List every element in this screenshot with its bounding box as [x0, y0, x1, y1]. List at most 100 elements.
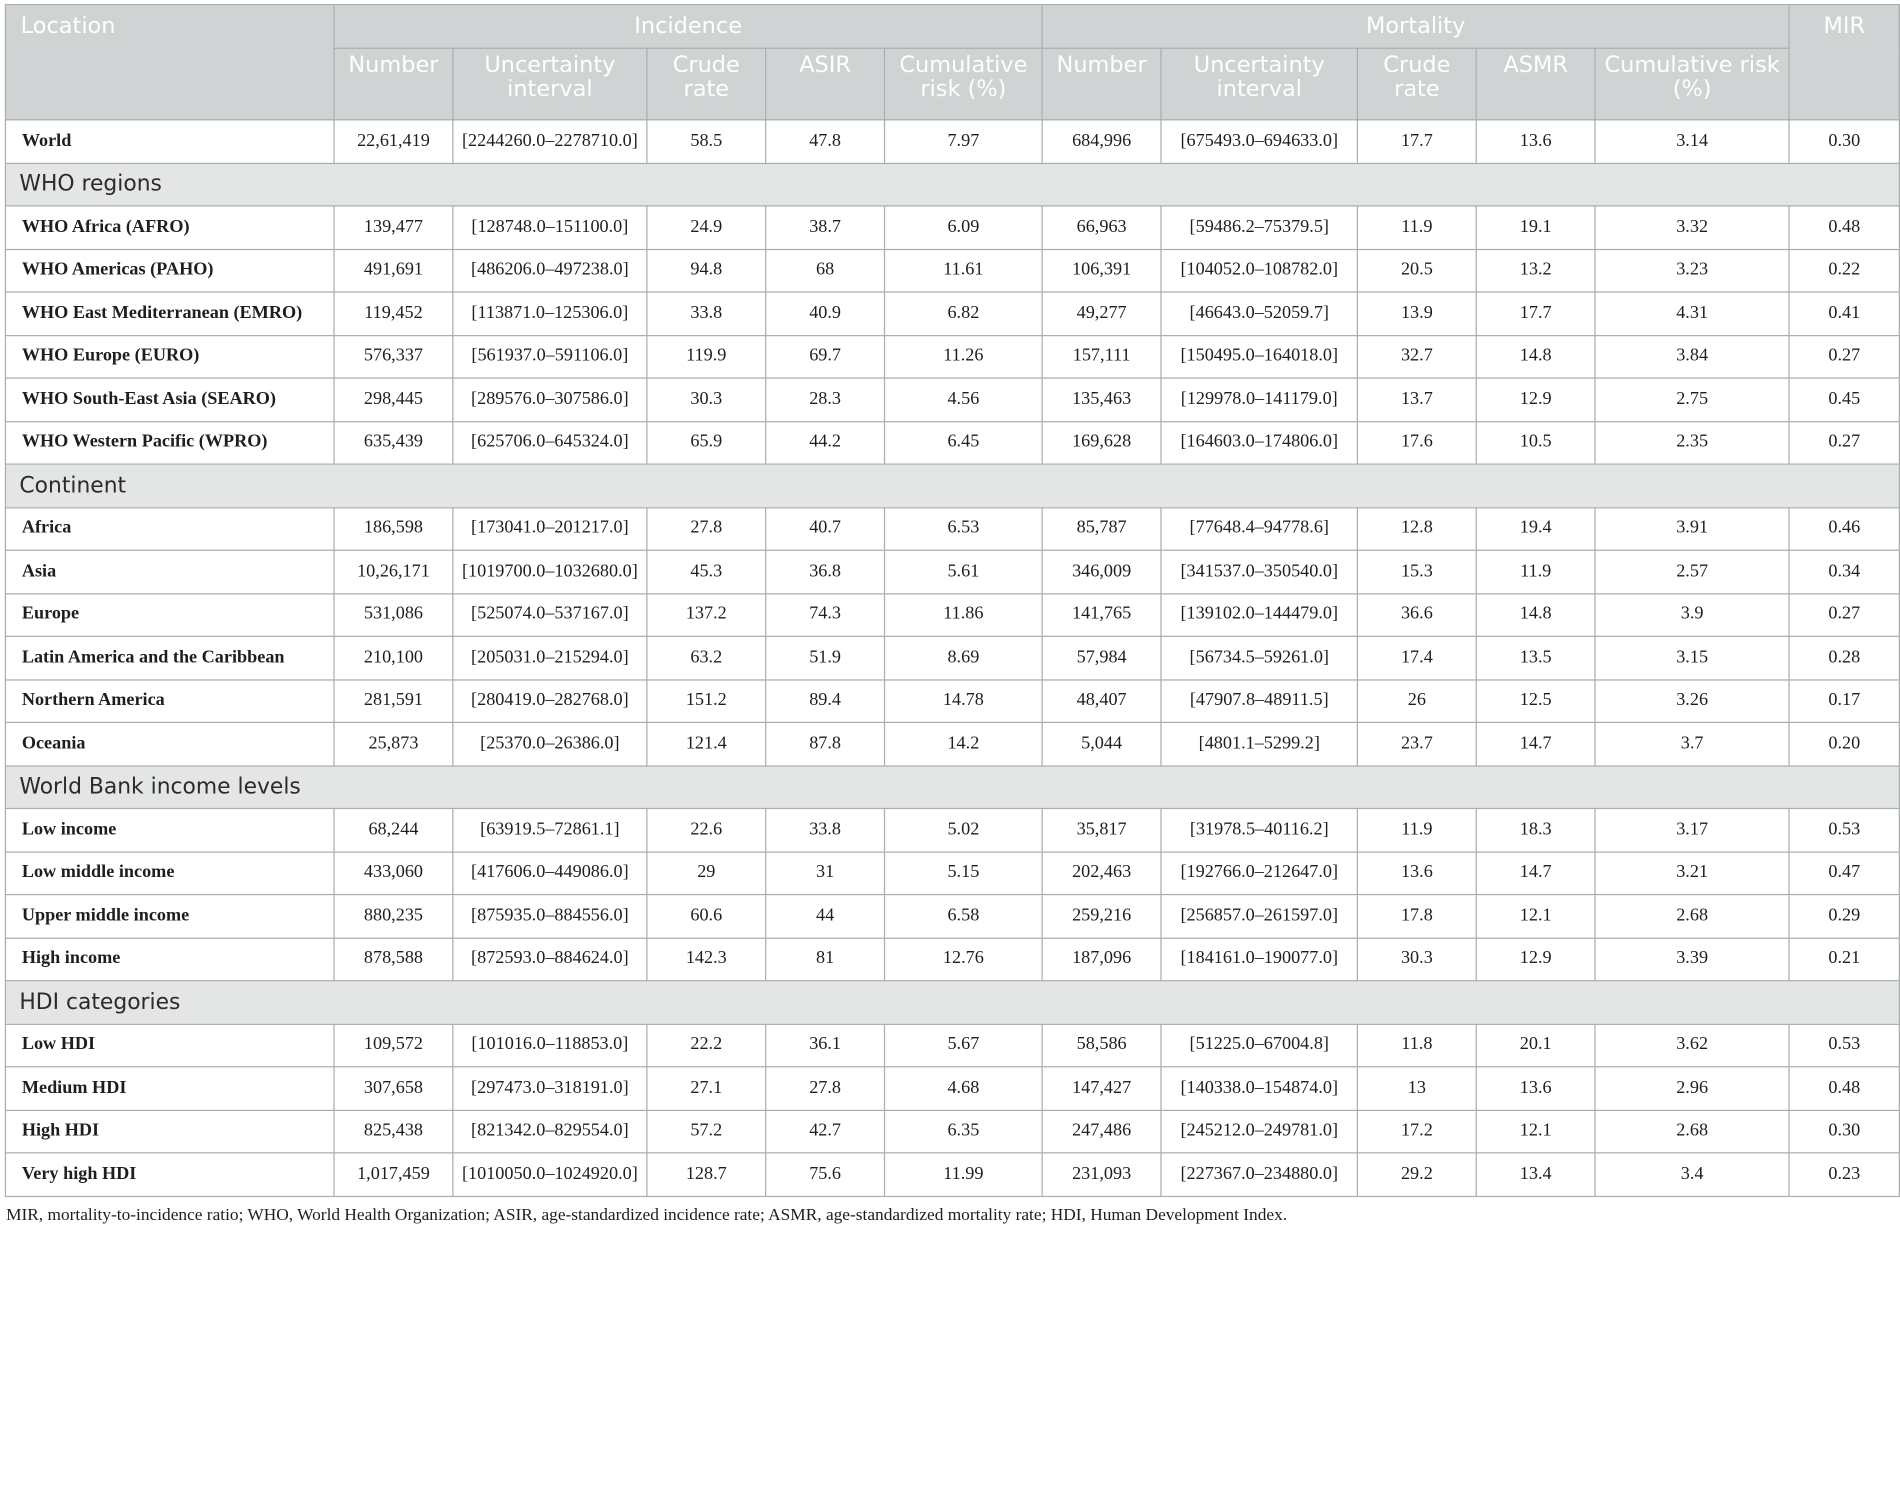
table-cell: 6.53: [883, 506, 1043, 551]
table-row: WHO Africa (AFRO) 139,477 [128748.0–151100…: [4, 205, 1900, 250]
table-cell: 0.46: [1788, 506, 1900, 551]
table-cell: 2.35: [1594, 420, 1790, 465]
table-cell: 33.8: [646, 291, 767, 336]
table-cell: 3.84: [1594, 334, 1790, 379]
table-cell: [184161.0–190077.0]: [1160, 937, 1359, 982]
table-cell: 60.6: [646, 893, 767, 939]
table-cell: 0.27: [1788, 420, 1900, 465]
table-cell: 10,26,171: [333, 549, 454, 594]
table-cell: [31978.5–40116.2]: [1160, 807, 1359, 853]
table-cell: [872593.0–884624.0]: [452, 937, 648, 982]
table-cell: 29.2: [1356, 1152, 1477, 1197]
table-cell: 3.21: [1594, 850, 1790, 896]
table-cell: [63919.5–72861.1]: [452, 807, 648, 853]
table-cell: 137.2: [646, 592, 767, 637]
table-cell: [59486.2–75379.5]: [1160, 205, 1359, 250]
header-row-top: Location Incidence Mortality MIR: [4, 3, 1900, 121]
table-cell: 259,216: [1041, 893, 1162, 939]
table-cell: 141,765: [1041, 592, 1162, 637]
table-cell: 18.3: [1475, 807, 1596, 853]
col-header-inc-crude: Crude rate: [646, 47, 767, 121]
table-cell: 65.9: [646, 420, 767, 465]
table-cell: 0.28: [1788, 635, 1900, 680]
table-cell: 6.45: [883, 420, 1043, 465]
table-row: WHO East Mediterranean (EMRO) 119,452 [113…: [4, 291, 1900, 336]
table-cell: 6.58: [883, 893, 1043, 939]
table-cell: 576,337: [333, 334, 454, 379]
table-cell: 281,591: [333, 678, 454, 724]
table-cell: 0.27: [1788, 592, 1900, 637]
table-row: High HDI 825,438 [821342.0–829554.0] 57.2 42…: [4, 1109, 1900, 1154]
table-cell: 0.22: [1788, 248, 1900, 293]
table-cell: 3.91: [1594, 506, 1790, 551]
table-cell: [77648.4–94778.6]: [1160, 506, 1359, 551]
table-cell: 0.30: [1788, 119, 1900, 164]
table-cell: 30.3: [646, 377, 767, 422]
table-cell: 7.97: [883, 119, 1043, 164]
row-location-cell: Medium HDI: [4, 1066, 335, 1111]
table-cell: 31: [765, 850, 886, 896]
table-cell: 3.17: [1594, 807, 1790, 853]
table-cell: 0.30: [1788, 1109, 1900, 1154]
row-location-cell: WHO East Mediterranean (EMRO): [4, 291, 335, 336]
table-cell: 58,586: [1041, 1023, 1162, 1068]
table-cell: 187,096: [1041, 937, 1162, 982]
table-cell: 247,486: [1041, 1109, 1162, 1154]
table-cell: 20.5: [1356, 248, 1477, 293]
col-header-inc-uncertainty: Uncertainty interval: [452, 47, 648, 121]
group-title: World Bank income levels: [4, 764, 1900, 810]
table-row: Low middle income 433,060 [417606.0–449086…: [4, 850, 1900, 896]
group-title: HDI categories: [4, 980, 1900, 1025]
table-cell: 11.26: [883, 334, 1043, 379]
table-cell: 12.9: [1475, 937, 1596, 982]
table-cell: 12.5: [1475, 678, 1596, 724]
table-cell: 12.1: [1475, 893, 1596, 939]
table-cell: 13: [1356, 1066, 1477, 1111]
table-cell: [625706.0–645324.0]: [452, 420, 648, 465]
table-cell: 0.34: [1788, 549, 1900, 594]
data-table: Location Incidence Mortality MIR Number …: [4, 3, 1900, 1197]
table-row: High income 878,588 [872593.0–884624.0] 142…: [4, 937, 1900, 982]
table-cell: 0.45: [1788, 377, 1900, 422]
table-cell: 85,787: [1041, 506, 1162, 551]
row-location-cell: Upper middle income: [4, 893, 335, 939]
group-header-row: Continent: [4, 463, 1900, 508]
table-cell: 40.7: [765, 506, 886, 551]
table-cell: 2.68: [1594, 1109, 1790, 1154]
row-location-cell: Europe: [4, 592, 335, 637]
table-row: WHO Western Pacific (WPRO) 635,439 [625706…: [4, 420, 1900, 465]
table-page: Location Incidence Mortality MIR Number …: [0, 3, 1900, 1226]
table-cell: 0.21: [1788, 937, 1900, 982]
table-cell: [4801.1–5299.2]: [1160, 721, 1359, 767]
table-row: Upper middle income 880,235 [875935.0–8845…: [4, 893, 1900, 939]
table-cell: 89.4: [765, 678, 886, 724]
table-cell: 12.76: [883, 937, 1043, 982]
table-cell: 3.32: [1594, 205, 1790, 250]
table-cell: 74.3: [765, 592, 886, 637]
table-cell: 3.9: [1594, 592, 1790, 637]
table-cell: 66,963: [1041, 205, 1162, 250]
table-row: Oceania 25,873 [25370.0–26386.0] 121.4 87.8 1…: [4, 721, 1900, 767]
table-cell: 2.57: [1594, 549, 1790, 594]
col-header-mort-cumrisk: Cumulative risk (%): [1594, 47, 1790, 121]
table-cell: 298,445: [333, 377, 454, 422]
table-cell: 2.75: [1594, 377, 1790, 422]
col-header-inc-number: Number: [333, 47, 454, 121]
group-header-row: WHO regions: [4, 162, 1900, 207]
row-location-cell: Africa: [4, 506, 335, 551]
table-cell: [128748.0–151100.0]: [452, 205, 648, 250]
table-cell: 0.48: [1788, 205, 1900, 250]
table-cell: 29: [646, 850, 767, 896]
table-cell: 147,427: [1041, 1066, 1162, 1111]
table-cell: [289576.0–307586.0]: [452, 377, 648, 422]
row-location-cell: Low HDI: [4, 1023, 335, 1068]
table-cell: 0.27: [1788, 334, 1900, 379]
table-cell: [297473.0–318191.0]: [452, 1066, 648, 1111]
table-cell: 5.02: [883, 807, 1043, 853]
table-cell: 346,009: [1041, 549, 1162, 594]
table-cell: 4.31: [1594, 291, 1790, 336]
table-row: Europe 531,086 [525074.0–537167.0] 137.2 74.…: [4, 592, 1900, 637]
table-cell: 13.5: [1475, 635, 1596, 680]
table-cell: 23.7: [1356, 721, 1477, 767]
table-cell: 75.6: [765, 1152, 886, 1197]
